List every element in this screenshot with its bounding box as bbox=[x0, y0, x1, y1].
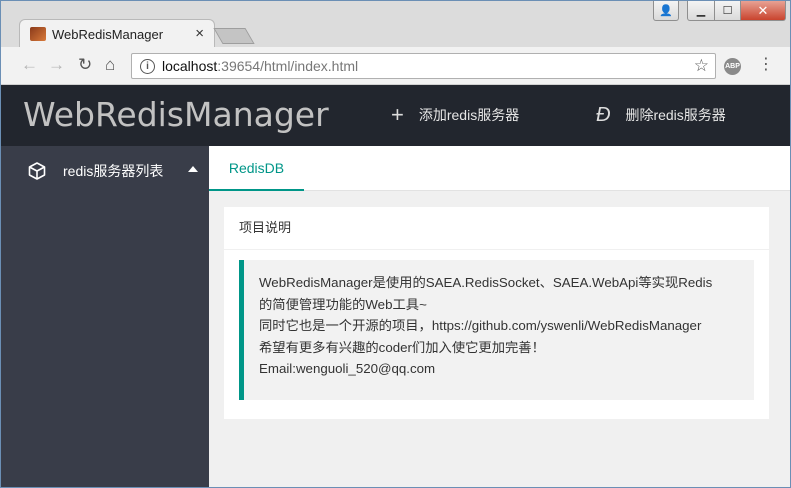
description-line: 希望有更多有兴趣的coder们加入使它更加完善！ bbox=[259, 339, 545, 355]
browser-menu-icon[interactable]: ⋮ bbox=[758, 57, 774, 73]
browser-tab-title: WebRedisManager bbox=[52, 27, 164, 42]
content-tabs: RedisDB bbox=[209, 146, 790, 191]
email-line: Email:wenguoli_520@qq.com bbox=[259, 361, 436, 376]
main-content: RedisDB 项目说明 WebRedisManager是使用的SAEA.Red… bbox=[209, 146, 790, 487]
description-line: 的简便管理功能的Web工具~ bbox=[259, 296, 427, 312]
caret-up-icon[interactable] bbox=[188, 166, 198, 172]
window-controls: 👤 ▁ ☐ ✕ bbox=[653, 1, 786, 21]
sidebar-item-label: redis服务器列表 bbox=[63, 163, 164, 179]
maximize-button[interactable]: ☐ bbox=[715, 1, 741, 21]
back-arrow-icon[interactable]: ← bbox=[21, 56, 38, 74]
reload-icon[interactable]: ↻ bbox=[78, 56, 92, 74]
url-host: localhost bbox=[162, 58, 218, 74]
new-tab-button[interactable] bbox=[213, 28, 255, 44]
url-text[interactable]: localhost:39654/html/index.html bbox=[162, 58, 358, 74]
adblock-extension-icon[interactable]: ABP bbox=[724, 58, 741, 75]
address-bar[interactable]: i localhost:39654/html/index.html ☆ bbox=[131, 53, 716, 79]
info-icon[interactable]: i bbox=[140, 59, 155, 74]
plus-icon: + bbox=[391, 102, 404, 127]
app-header: WebRedisManager + 添加redis服务器 Ð 删除redis服务… bbox=[1, 85, 790, 146]
description-quote: WebRedisManager是使用的SAEA.RedisSocket、SAEA… bbox=[239, 260, 754, 400]
description-line: WebRedisManager是使用的SAEA.RedisSocket、SAEA… bbox=[259, 275, 713, 290]
sidebar-item-redis-server-list[interactable]: redis服务器列表 bbox=[1, 146, 209, 196]
card-title: 项目说明 bbox=[224, 207, 769, 250]
sidebar: redis服务器列表 bbox=[1, 146, 209, 487]
tab-strip: 👤 ▁ ☐ ✕ WebRedisManager × bbox=[1, 1, 790, 47]
close-window-button[interactable]: ✕ bbox=[741, 1, 786, 21]
browser-toolbar: ← → ↻ ⌂ i localhost:39654/html/index.htm… bbox=[1, 47, 790, 85]
cube-icon bbox=[28, 162, 46, 180]
forward-arrow-icon[interactable]: → bbox=[48, 56, 65, 74]
project-description-card: 项目说明 WebRedisManager是使用的SAEA.RedisSocket… bbox=[224, 207, 769, 419]
url-path: :39654/html/index.html bbox=[217, 58, 359, 74]
tab-redisdb[interactable]: RedisDB bbox=[209, 146, 304, 191]
web-page: WebRedisManager + 添加redis服务器 Ð 删除redis服务… bbox=[1, 85, 790, 487]
add-server-button[interactable]: + 添加redis服务器 bbox=[391, 102, 520, 127]
home-icon[interactable]: ⌂ bbox=[105, 56, 115, 74]
description-line: 同时它也是一个开源的项目，https://github.com/yswenli/… bbox=[259, 318, 702, 333]
minimize-button[interactable]: ▁ bbox=[687, 1, 715, 21]
delete-server-button[interactable]: Ð 删除redis服务器 bbox=[596, 105, 726, 125]
profile-button[interactable]: 👤 bbox=[653, 1, 679, 21]
tab-close-icon[interactable]: × bbox=[195, 25, 204, 42]
browser-window: 👤 ▁ ☐ ✕ WebRedisManager × ← → ↻ ⌂ i loca… bbox=[0, 0, 791, 488]
delete-icon: Ð bbox=[596, 104, 611, 126]
delete-server-label: 删除redis服务器 bbox=[625, 107, 726, 123]
app-logo: WebRedisManager bbox=[23, 95, 329, 134]
bookmark-star-icon[interactable]: ☆ bbox=[694, 56, 709, 76]
add-server-label: 添加redis服务器 bbox=[418, 107, 520, 123]
favicon-icon bbox=[30, 27, 46, 41]
browser-tab[interactable]: WebRedisManager × bbox=[19, 19, 215, 47]
